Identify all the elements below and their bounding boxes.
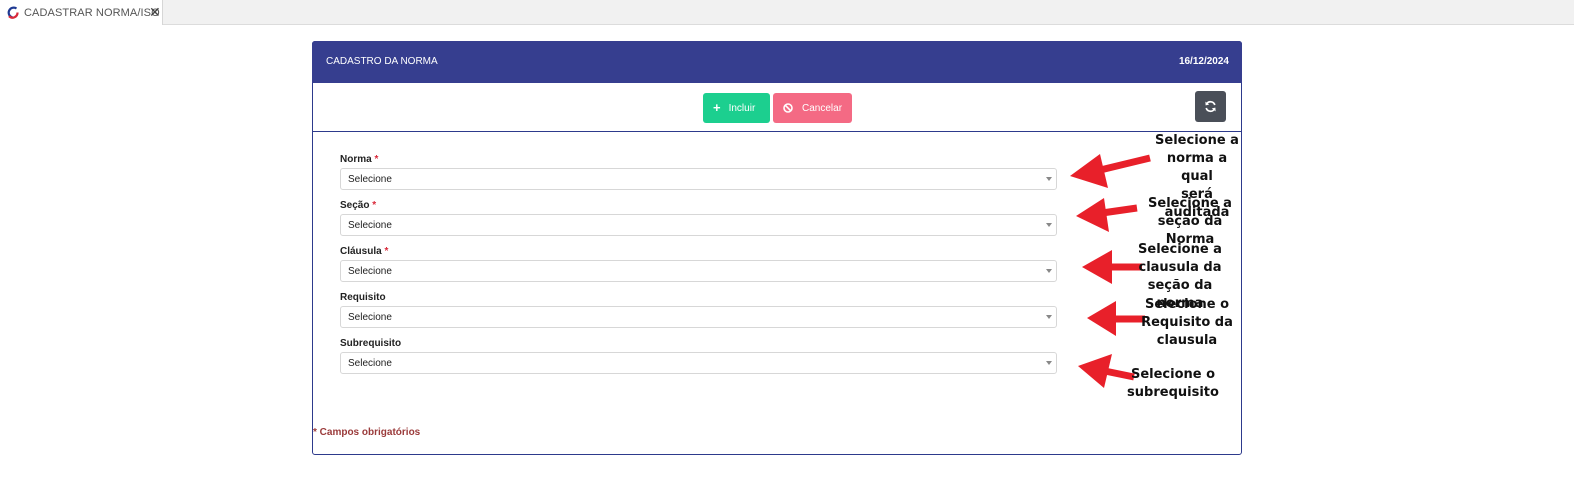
- arrowhead-requisito: [1087, 301, 1116, 336]
- arrowhead-norma: [1070, 154, 1108, 188]
- annotation-subrequisito: Selecione o subrequisito: [1127, 367, 1219, 400]
- arrowhead-subrequisito: [1078, 354, 1112, 388]
- annotation-requisito: Selecione o Requisito da clausula: [1141, 297, 1233, 348]
- arrowhead-clausula: [1082, 250, 1112, 284]
- arrowhead-secao: [1076, 198, 1109, 232]
- annotation-arrows: [1070, 154, 1151, 388]
